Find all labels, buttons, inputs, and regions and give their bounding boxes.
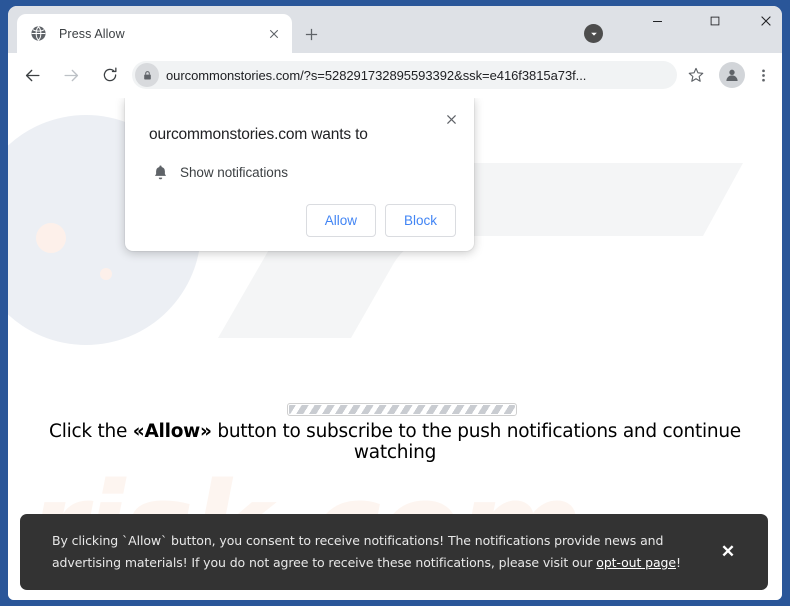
globe-icon	[30, 25, 47, 42]
tab-strip: Press Allow	[8, 6, 782, 53]
watermark-dot	[36, 223, 66, 253]
address-bar[interactable]: ourcommonstories.com/?s=5282917328955933…	[132, 61, 677, 89]
allow-button[interactable]: Allow	[305, 204, 376, 237]
star-icon[interactable]	[681, 60, 711, 90]
consent-line-2-before: materials! If you do not agree to receiv…	[124, 555, 597, 570]
lock-icon[interactable]	[135, 63, 159, 87]
reload-button[interactable]	[96, 61, 124, 89]
browser-toolbar: ourcommonstories.com/?s=5282917328955933…	[8, 53, 782, 98]
consent-banner: By clicking `Allow` button, you consent …	[20, 514, 768, 590]
striped-progress-bar	[287, 403, 517, 416]
dialog-permission-label: Show notifications	[180, 164, 288, 180]
window-close-button[interactable]	[743, 6, 782, 36]
profile-avatar[interactable]	[719, 62, 745, 88]
consent-banner-close-icon[interactable]: ✕	[704, 532, 752, 572]
bell-icon	[149, 161, 171, 183]
window-maximize-button[interactable]	[692, 6, 738, 36]
chevron-down-icon[interactable]	[584, 24, 603, 43]
consent-banner-text: By clicking `Allow` button, you consent …	[52, 530, 704, 574]
address-bar-url: ourcommonstories.com/?s=5282917328955933…	[166, 67, 587, 83]
dialog-actions: Allow Block	[149, 204, 456, 237]
dialog-close-icon[interactable]	[438, 106, 464, 132]
consent-line-2-after: !	[675, 555, 681, 570]
dialog-permission-row: Show notifications	[149, 161, 456, 183]
tab-title: Press Allow	[59, 26, 125, 41]
three-dot-menu-icon[interactable]	[750, 60, 776, 90]
window-minimize-button[interactable]	[634, 6, 680, 36]
page-viewport: risk.com Click the «Allow» button to sub…	[8, 98, 782, 600]
browser-tab-press-allow[interactable]: Press Allow	[17, 14, 292, 53]
notification-permission-dialog: ourcommonstories.com wants to Show notif…	[125, 98, 474, 251]
browser-window: Press Allow ourcommonstories.com/?s=5282…	[8, 6, 782, 600]
forward-button[interactable]	[57, 61, 85, 89]
opt-out-page-link[interactable]: opt-out page	[596, 555, 676, 570]
new-tab-button[interactable]	[298, 21, 324, 47]
headline-suffix: button to subscribe to the push notifica…	[211, 421, 741, 463]
browser-window-frame: Press Allow ourcommonstories.com/?s=5282…	[0, 0, 790, 606]
headline-emphasis: «Allow»	[132, 421, 212, 442]
tab-close-icon[interactable]	[265, 25, 283, 43]
back-button[interactable]	[18, 61, 46, 89]
watermark-dot	[100, 268, 112, 280]
dialog-title: ourcommonstories.com wants to	[149, 126, 368, 143]
headline-prefix: Click the	[49, 421, 133, 442]
block-button[interactable]: Block	[384, 204, 456, 237]
page-headline: Click the «Allow» button to subscribe to…	[8, 421, 782, 463]
